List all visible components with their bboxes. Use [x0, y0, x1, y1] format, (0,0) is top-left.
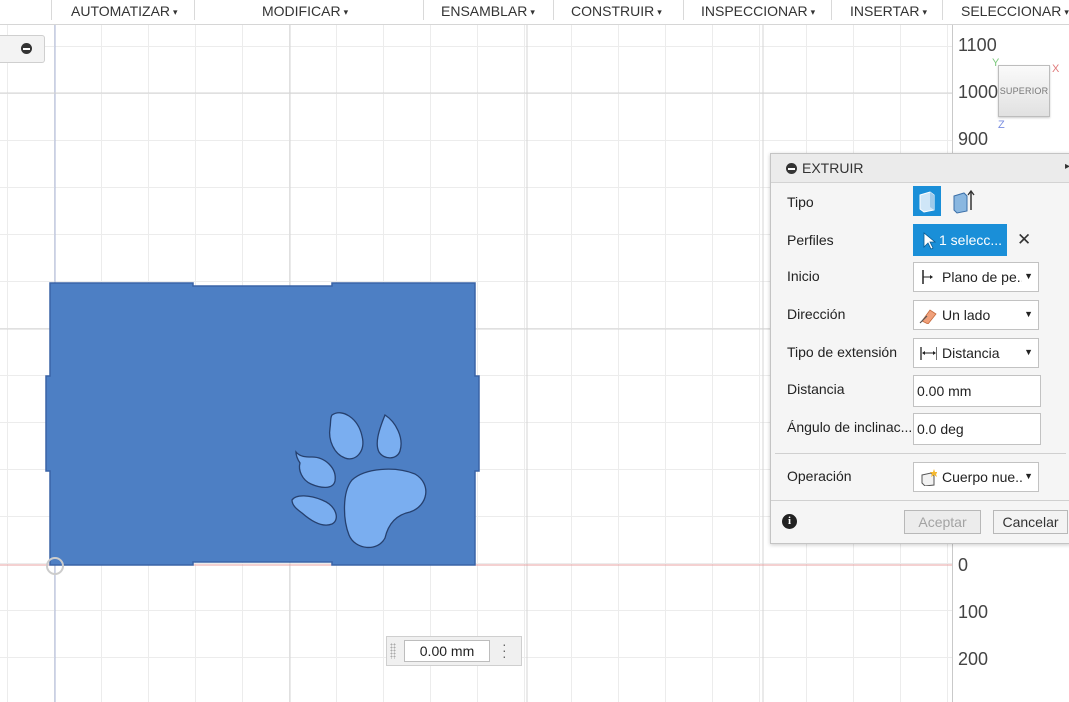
expand-arrow-icon[interactable]: ▸ [1065, 161, 1069, 172]
thin-extrude-type-button[interactable] [949, 186, 977, 216]
accept-button[interactable]: Aceptar [904, 510, 981, 534]
perfiles-label: Perfiles [787, 232, 834, 248]
row-angulo: Ángulo de inclinac... 0.0 deg [771, 411, 1069, 445]
ruler-tick: 900 [958, 129, 989, 149]
chevron-down-icon: ▼ [1024, 471, 1033, 481]
axis-y-label: Y [992, 57, 1000, 69]
ruler-tick: 1100 [958, 35, 997, 55]
canvas-distance-input: 0.00 mm · · · [386, 636, 522, 666]
menu-label: SELECCIONAR [961, 3, 1062, 19]
toolbar-separator [683, 0, 684, 20]
operacion-label: Operación [787, 468, 852, 484]
menu-modificar[interactable]: MODIFICAR ▾ [262, 0, 348, 24]
menu-ensamblar[interactable]: ENSAMBLAR ▾ [441, 0, 535, 24]
cancel-button[interactable]: Cancelar [993, 510, 1068, 534]
inicio-dropdown[interactable]: Plano de pe... ▼ [913, 262, 1039, 292]
distance-input-field[interactable]: 0.00 mm [404, 640, 490, 662]
ruler-tick: 100 [958, 602, 989, 622]
operacion-value: Cuerpo nue... [942, 469, 1022, 485]
minus-circle-icon[interactable] [786, 163, 797, 174]
section-divider [775, 453, 1066, 454]
menu-construir[interactable]: CONSTRUIR ▾ [571, 0, 662, 24]
tipo-label: Tipo [787, 194, 814, 210]
profiles-selection-label: 1 selecc... [939, 232, 1003, 248]
solid-extrude-icon [919, 191, 935, 213]
row-inicio: Inicio Plano de pe... ▼ [771, 260, 1069, 294]
menu-label: AUTOMATIZAR [71, 3, 171, 19]
info-icon[interactable]: i [782, 514, 797, 529]
toolbar-separator [553, 0, 554, 20]
view-cube-top-face[interactable]: SUPERIOR [998, 65, 1050, 117]
toolbar-separator [942, 0, 943, 20]
clear-selection-icon[interactable]: ✕ [1017, 230, 1031, 250]
direccion-label: Dirección [787, 306, 846, 322]
tipo-extension-value: Distancia [942, 345, 1000, 361]
chevron-down-icon: ▼ [1024, 309, 1033, 319]
chevron-down-icon: ▾ [530, 7, 535, 17]
toolbar-separator [51, 0, 52, 20]
direccion-dropdown[interactable]: Un lado ▼ [913, 300, 1039, 330]
tipo-extension-label: Tipo de extensión [787, 344, 897, 360]
extrude-dialog: EXTRUIR ▸ Tipo Perfiles 1 selecc... ✕ In… [770, 153, 1069, 544]
distancia-label: Distancia [787, 381, 845, 397]
chevron-down-icon: ▾ [1064, 7, 1069, 17]
axis-z-label: Z [998, 119, 1005, 131]
more-options-icon[interactable]: · · · [502, 637, 507, 663]
top-toolbar: AUTOMATIZAR ▾ MODIFICAR ▾ ENSAMBLAR ▾ CONST… [0, 0, 1069, 25]
chevron-down-icon: ▼ [1024, 271, 1033, 281]
profile-plane-icon [922, 270, 933, 284]
extrude-dialog-header[interactable]: EXTRUIR ▸ [771, 154, 1069, 183]
one-side-direction-icon [919, 309, 937, 324]
menu-label: ENSAMBLAR [441, 3, 528, 19]
direccion-value: Un lado [942, 307, 991, 323]
view-cube[interactable]: SUPERIOR Y X Z [990, 55, 1062, 135]
row-operacion: Operación Cuerpo nue... ▼ [771, 460, 1069, 494]
inicio-value: Plano de pe... [942, 269, 1022, 285]
axis-x-label: X [1052, 63, 1060, 75]
row-perfiles: Perfiles 1 selecc... ✕ [771, 224, 1069, 258]
row-direccion: Dirección Un lado ▼ [771, 298, 1069, 332]
toolbar-separator [423, 0, 424, 20]
menu-label: CONSTRUIR [571, 3, 655, 19]
tipo-extension-dropdown[interactable]: Distancia ▼ [913, 338, 1039, 368]
menu-automatizar[interactable]: AUTOMATIZAR ▾ [71, 0, 178, 24]
menu-label: INSPECCIONAR [701, 3, 808, 19]
row-distancia: Distancia 0.00 mm [771, 373, 1069, 407]
chevron-down-icon: ▾ [343, 7, 349, 17]
menu-label: INSERTAR [850, 3, 920, 19]
solid-extrude-type-button[interactable] [913, 186, 941, 216]
row-tipo-extension: Tipo de extensión Distancia ▼ [771, 336, 1069, 370]
minus-circle-icon [21, 43, 32, 54]
inicio-label: Inicio [787, 268, 820, 284]
dialog-title: EXTRUIR [802, 160, 864, 176]
drag-handle-icon[interactable] [390, 643, 396, 659]
thin-extrude-icon [953, 189, 975, 214]
menu-seleccionar[interactable]: SELECCIONAR ▾ [961, 0, 1069, 24]
angulo-label: Ángulo de inclinac... [787, 419, 913, 435]
ruler-tick: 0 [958, 555, 969, 575]
dialog-footer: i Aceptar Cancelar [771, 500, 1069, 544]
chevron-down-icon: ▾ [922, 7, 928, 17]
menu-label: MODIFICAR [262, 3, 341, 19]
chevron-down-icon: ▼ [1024, 347, 1033, 357]
distancia-input[interactable]: 0.00 mm [913, 375, 1041, 407]
menu-insertar[interactable]: INSERTAR ▾ [850, 0, 927, 24]
extrude-profile [45, 282, 480, 566]
profiles-selection-button[interactable]: 1 selecc... [913, 224, 1007, 256]
toolbar-separator [831, 0, 832, 20]
distance-extent-icon [920, 347, 937, 360]
new-body-icon [921, 469, 937, 486]
menu-inspeccionar[interactable]: INSPECCIONAR ▾ [701, 0, 815, 24]
chevron-down-icon: ▾ [657, 7, 662, 17]
chevron-down-icon: ▾ [173, 7, 178, 17]
toolbar-separator [194, 0, 195, 20]
browser-collapse-button[interactable] [0, 35, 45, 63]
angulo-input[interactable]: 0.0 deg [913, 413, 1041, 445]
cursor-arrow-icon [923, 232, 937, 250]
ruler-tick: 200 [958, 649, 989, 669]
operacion-dropdown[interactable]: Cuerpo nue... ▼ [913, 462, 1039, 492]
row-tipo: Tipo [771, 186, 1069, 220]
chevron-down-icon: ▾ [810, 7, 816, 17]
